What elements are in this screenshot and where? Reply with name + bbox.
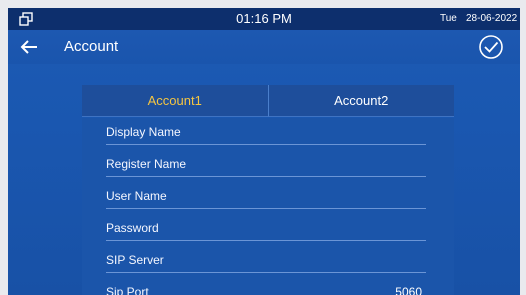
title-bar: Account (8, 30, 520, 64)
field-label: Sip Port (106, 285, 149, 295)
sip-server-field[interactable]: SIP Server (106, 251, 426, 273)
field-label: Register Name (106, 157, 187, 171)
display-name-field[interactable]: Display Name (106, 123, 426, 145)
field-value: 5060 (395, 285, 422, 295)
back-arrow-icon[interactable] (20, 39, 38, 55)
field-label: User Name (106, 189, 167, 203)
password-field[interactable]: Password (106, 219, 426, 241)
field-label: SIP Server (106, 253, 164, 267)
field-label: Display Name (106, 125, 181, 139)
status-day: Tue (440, 13, 457, 24)
field-label: Password (106, 221, 159, 235)
user-name-field[interactable]: User Name (106, 187, 426, 209)
account-tabs: Account1 Account2 (82, 85, 454, 117)
tab-account2[interactable]: Account2 (267, 85, 454, 117)
sip-port-field[interactable]: Sip Port 5060 (106, 283, 426, 295)
check-circle-icon[interactable] (478, 34, 504, 60)
page-title: Account (64, 38, 119, 55)
tab-account1[interactable]: Account1 (82, 85, 268, 117)
status-date: 28-06-2022 (466, 13, 518, 24)
status-bar: 01:16 PM Tue 28-06-2022 (8, 8, 520, 30)
account-form: Display Name Register Name User Name Pas… (82, 118, 454, 295)
register-name-field[interactable]: Register Name (106, 155, 426, 177)
device-screen: 01:16 PM Tue 28-06-2022 Account Account1… (8, 8, 520, 295)
